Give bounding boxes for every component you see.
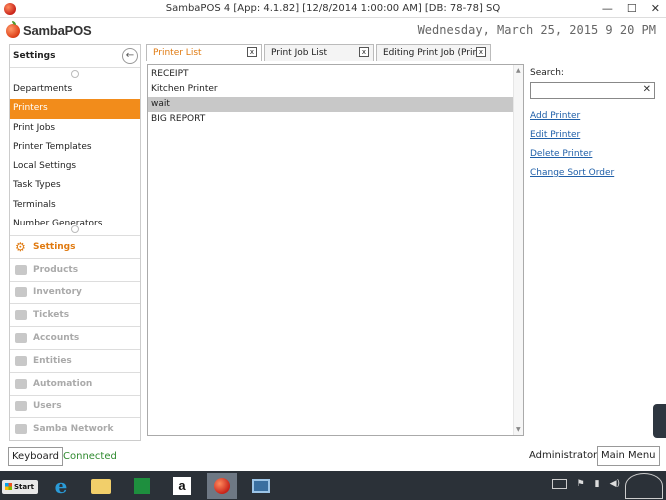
current-datetime: Wednesday, March 25, 2015 9 20 PM <box>417 23 656 37</box>
tab-print-job-list[interactable]: Print Job List x <box>264 44 374 61</box>
connection-status: Connected <box>63 451 117 462</box>
maximize-button[interactable]: ☐ <box>627 2 637 15</box>
table-icon <box>15 355 27 366</box>
keyboard-button[interactable]: Keyboard <box>8 447 64 466</box>
window-title: SambaPOS 4 [App: 4.1.82] [12/8/2014 1:00… <box>165 3 501 14</box>
list-item[interactable]: Kitchen Printer <box>148 82 513 97</box>
os-taskbar: Start e a ⚑ ▮ ◀) <box>0 471 666 500</box>
section-entities[interactable]: Entities <box>10 348 140 372</box>
sidebar-item-number-generators[interactable]: Number Generators <box>10 215 140 225</box>
settings-sidebar: Settings ← Departments Printers Print Jo… <box>9 44 141 441</box>
close-tab-icon[interactable]: x <box>247 47 257 57</box>
search-input[interactable] <box>531 83 639 98</box>
network-icon <box>15 424 27 435</box>
section-label: Accounts <box>33 333 80 344</box>
flag-icon[interactable]: ⚑ <box>577 479 585 489</box>
close-tab-icon[interactable]: x <box>476 47 486 57</box>
list-scrollbar[interactable]: ▲ ▼ <box>513 65 523 435</box>
remote-desktop-icon[interactable] <box>246 473 276 499</box>
section-automation[interactable]: Automation <box>10 371 140 395</box>
title-bar: SambaPOS 4 [App: 4.1.82] [12/8/2014 1:00… <box>0 0 666 18</box>
user-icon <box>15 401 27 412</box>
sidebar-item-printers[interactable]: Printers <box>10 99 140 119</box>
store-icon[interactable] <box>127 473 157 499</box>
start-button[interactable]: Start <box>2 480 38 494</box>
tab-editing-print-job[interactable]: Editing Print Job (Prin x <box>376 44 491 61</box>
sidebar-item-terminals[interactable]: Terminals <box>10 196 140 215</box>
wand-icon <box>15 378 27 389</box>
list-item[interactable]: RECEIPT <box>148 67 513 82</box>
apple-logo-icon <box>6 20 20 38</box>
main-menu-button[interactable]: Main Menu <box>597 446 660 466</box>
system-tray: ⚑ ▮ ◀) <box>551 479 620 489</box>
scroll-down-indicator[interactable] <box>10 225 140 235</box>
section-label: Inventory <box>33 287 82 298</box>
change-sort-order-link[interactable]: Change Sort Order <box>530 168 656 178</box>
tab-label: Editing Print Job (Prin <box>383 48 479 58</box>
calculator-icon <box>15 333 27 344</box>
minimize-button[interactable]: — <box>602 2 613 15</box>
section-accounts[interactable]: Accounts <box>10 326 140 349</box>
section-products[interactable]: Products <box>10 257 140 281</box>
section-label: Settings <box>33 241 76 252</box>
sambapos-taskbar-icon[interactable] <box>207 473 237 499</box>
current-user: Administrator <box>529 450 598 461</box>
clock-icon[interactable] <box>625 473 663 499</box>
tab-printer-list[interactable]: Printer List x <box>146 44 262 61</box>
section-label: Entities <box>33 355 72 366</box>
section-label: Automation <box>33 378 93 389</box>
add-printer-link[interactable]: Add Printer <box>530 111 656 121</box>
scroll-down-arrow-icon[interactable]: ▼ <box>516 426 521 433</box>
truck-icon <box>15 287 27 298</box>
search-label: Search: <box>530 68 564 78</box>
network-tray-icon[interactable]: ▮ <box>595 479 600 489</box>
amazon-icon[interactable]: a <box>167 473 197 499</box>
file-explorer-icon[interactable] <box>86 473 116 499</box>
status-bar: Keyboard Connected Administrator Main Me… <box>0 443 666 471</box>
coffee-icon <box>15 264 27 275</box>
section-label: Tickets <box>33 310 70 321</box>
side-panel-handle[interactable] <box>653 404 666 438</box>
actions-panel: Search: ✕ Add Printer Edit Printer Delet… <box>530 66 656 178</box>
section-samba-network[interactable]: Samba Network <box>10 417 140 440</box>
list-item-selected[interactable]: wait <box>148 97 513 112</box>
search-box: ✕ <box>530 82 655 99</box>
section-settings[interactable]: ⚙ Settings <box>10 235 140 258</box>
sidebar-item-printer-templates[interactable]: Printer Templates <box>10 138 140 157</box>
logo-text: SambaPOS <box>23 23 92 38</box>
tab-label: Printer List <box>153 48 202 58</box>
sidebar-title: Settings <box>13 51 56 61</box>
app-header: SambaPOS Wednesday, March 25, 2015 9 20 … <box>0 18 666 42</box>
section-label: Users <box>33 401 62 412</box>
sidebar-header: Settings ← <box>10 45 140 68</box>
section-label: Samba Network <box>33 424 114 435</box>
sidebar-item-local-settings[interactable]: Local Settings <box>10 157 140 176</box>
touch-keyboard-icon[interactable] <box>551 479 567 489</box>
section-tickets[interactable]: Tickets <box>10 303 140 326</box>
gear-icon: ⚙ <box>15 239 26 254</box>
sidebar-nav-list: Departments Printers Print Jobs Printer … <box>10 80 140 225</box>
close-tab-icon[interactable]: x <box>359 47 369 57</box>
document-tabs: Printer List x Print Job List x Editing … <box>146 44 493 61</box>
section-users[interactable]: Users <box>10 394 140 418</box>
close-button[interactable]: ✕ <box>651 2 660 15</box>
internet-explorer-icon[interactable]: e <box>46 473 76 499</box>
scroll-up-arrow-icon[interactable]: ▲ <box>516 67 521 74</box>
edit-printer-link[interactable]: Edit Printer <box>530 130 656 140</box>
back-arrow-icon[interactable]: ← <box>122 48 138 64</box>
volume-icon[interactable]: ◀) <box>610 479 620 489</box>
sidebar-item-task-types[interactable]: Task Types <box>10 176 140 195</box>
section-inventory[interactable]: Inventory <box>10 280 140 304</box>
tickets-icon <box>15 310 27 321</box>
tab-label: Print Job List <box>271 48 328 58</box>
list-item[interactable]: BIG REPORT <box>148 112 513 127</box>
scroll-up-indicator[interactable] <box>10 68 140 80</box>
logo: SambaPOS <box>6 20 92 38</box>
sidebar-item-departments[interactable]: Departments <box>10 80 140 99</box>
printer-list: RECEIPT Kitchen Printer wait BIG REPORT … <box>147 64 524 436</box>
clear-search-icon[interactable]: ✕ <box>643 84 651 95</box>
sidebar-item-print-jobs[interactable]: Print Jobs <box>10 119 140 138</box>
section-label: Products <box>33 264 79 275</box>
delete-printer-link[interactable]: Delete Printer <box>530 149 656 159</box>
